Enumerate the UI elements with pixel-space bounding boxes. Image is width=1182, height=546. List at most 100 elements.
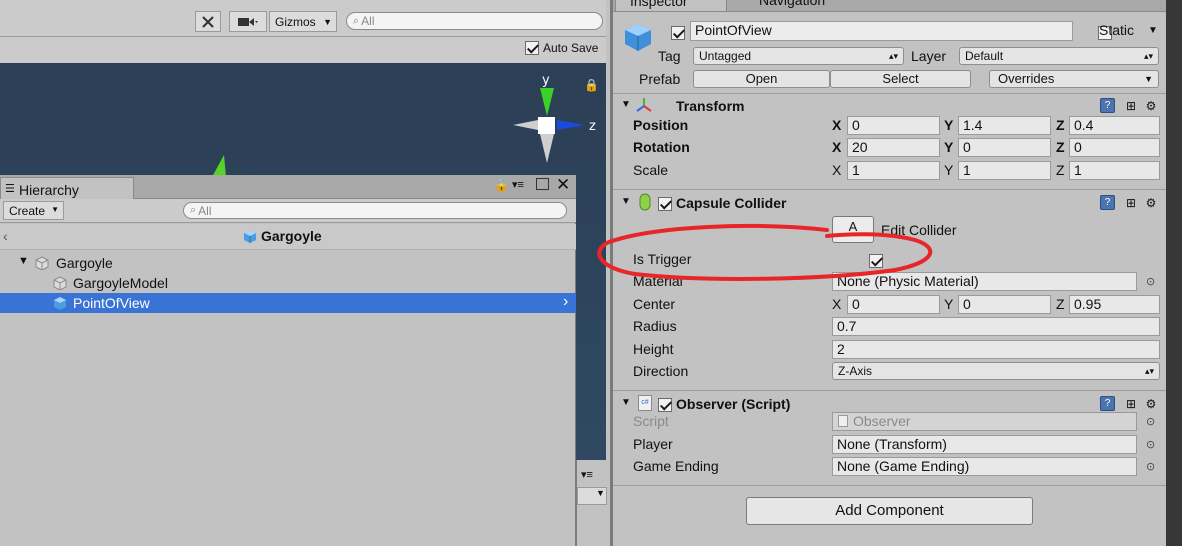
divider	[613, 93, 1166, 94]
height-field[interactable]: 2	[832, 340, 1160, 359]
transform-header[interactable]: ▼ Transform ? ⊞ ⚙	[613, 95, 1166, 117]
game-ending-field[interactable]: None (Game Ending)	[832, 457, 1137, 476]
radius-value: 0.7	[837, 318, 857, 334]
capsule-collider-header[interactable]: ▼ Capsule Collider ? ⊞ ⚙	[613, 192, 1166, 214]
object-name-field[interactable]: PointOfView	[690, 21, 1073, 41]
capsule-enabled-checkbox[interactable]	[658, 196, 672, 211]
help-book-icon[interactable]: ?	[1100, 98, 1115, 113]
tag-dropdown[interactable]: Untagged ▴▾	[693, 47, 904, 65]
scene-search-input[interactable]: ⌕ All	[346, 12, 603, 30]
center-label: Center	[633, 296, 676, 312]
foldout-arrow-icon[interactable]: ▼	[621, 196, 631, 207]
axis-x-label: X	[832, 117, 842, 133]
hierarchy-search-input[interactable]: ⌕ All	[183, 202, 567, 219]
capsule-title: Capsule Collider	[676, 195, 787, 211]
preset-sliders-icon[interactable]: ⊞	[1123, 396, 1139, 412]
tab-inspector-label: Inspector	[630, 0, 688, 9]
center-y-value: 0	[963, 296, 971, 312]
position-z-field[interactable]: 0.4	[1069, 116, 1160, 135]
object-picker-icon: ⊙	[1146, 416, 1156, 428]
create-label: Create	[9, 204, 46, 218]
center-y-field[interactable]: 0	[958, 295, 1051, 314]
tab-hierarchy[interactable]: ☰ Hierarchy	[0, 177, 134, 199]
object-picker-icon[interactable]: ⊙	[1146, 460, 1155, 473]
overrides-dropdown[interactable]: Overrides ▼	[989, 70, 1159, 88]
gear-icon[interactable]: ⚙	[1143, 195, 1159, 211]
hierarchy-item-label: PointOfView	[73, 295, 150, 311]
scene-object-shape	[212, 155, 226, 177]
help-book-icon[interactable]: ?	[1100, 195, 1115, 210]
expand-arrow-icon[interactable]: ▼	[18, 255, 29, 267]
layer-label: Layer	[911, 48, 947, 64]
autosave-checkbox[interactable]	[525, 41, 539, 55]
observer-enabled-checkbox[interactable]	[658, 397, 672, 412]
prefab-select-button[interactable]: Select	[830, 70, 971, 88]
axis-x-label: X	[832, 139, 842, 155]
divider	[613, 390, 1166, 391]
lock-icon[interactable]: 🔒	[494, 178, 509, 192]
observer-title: Observer (Script)	[676, 396, 791, 412]
list-item[interactable]: ▼ Gargoyle	[0, 253, 576, 273]
prefab-open-button[interactable]: Open	[693, 70, 830, 88]
rotation-z-field[interactable]: 0	[1069, 138, 1160, 157]
player-label: Player	[633, 436, 673, 452]
axis-z-label: Z	[1056, 162, 1065, 178]
menu-icon[interactable]: ▾≡	[512, 178, 524, 191]
scale-x-field[interactable]: 1	[847, 161, 940, 180]
static-label: Static	[1099, 22, 1135, 38]
menu-icon[interactable]: ▾≡	[581, 468, 593, 481]
chevron-right-icon[interactable]: ›	[563, 293, 568, 311]
gizmos-dropdown[interactable]: Gizmos ▼	[269, 11, 337, 32]
scene-search-placeholder: All	[361, 14, 375, 28]
position-y-value: 1.4	[963, 117, 983, 133]
chevron-down-icon[interactable]: ▼	[577, 487, 607, 505]
radius-field[interactable]: 0.7	[832, 317, 1160, 336]
search-icon: ⌕	[190, 204, 197, 216]
scale-y-field[interactable]: 1	[958, 161, 1051, 180]
height-value: 2	[837, 341, 845, 357]
position-y-field[interactable]: 1.4	[958, 116, 1051, 135]
tools-icon[interactable]	[195, 11, 221, 32]
add-component-button[interactable]: Add Component	[746, 497, 1033, 525]
list-item-selected[interactable]: PointOfView ›	[0, 293, 576, 313]
gear-icon[interactable]: ⚙	[1143, 396, 1159, 412]
object-picker-icon[interactable]: ⊙	[1146, 438, 1155, 451]
maximize-icon[interactable]	[536, 178, 549, 190]
direction-dropdown[interactable]: Z-Axis ▴▾	[832, 362, 1160, 380]
list-item[interactable]: GargoyleModel	[0, 273, 576, 293]
center-x-field[interactable]: 0	[847, 295, 940, 314]
transform-axes-icon	[636, 98, 652, 112]
player-field[interactable]: None (Transform)	[832, 435, 1137, 454]
position-label: Position	[633, 117, 689, 133]
active-checkbox[interactable]	[671, 25, 685, 40]
tab-navigation[interactable]: Navigation	[739, 0, 825, 11]
layer-dropdown[interactable]: Default ▴▾	[959, 47, 1159, 65]
foldout-arrow-icon[interactable]: ▼	[621, 99, 631, 110]
camera-dropdown-icon[interactable]	[229, 11, 267, 32]
player-value: None (Transform)	[837, 436, 947, 452]
create-button[interactable]: Create ▼	[3, 201, 64, 220]
capsule-collider-icon	[639, 193, 651, 211]
rotation-y-field[interactable]: 0	[958, 138, 1051, 157]
hierarchy-scene-bar: ‹ Gargoyle	[0, 224, 576, 250]
divider	[613, 485, 1166, 486]
script-label: Script	[633, 413, 669, 429]
gear-icon[interactable]: ⚙	[1143, 98, 1159, 114]
position-x-field[interactable]: 0	[847, 116, 940, 135]
rotation-x-field[interactable]: 20	[847, 138, 940, 157]
object-picker-icon[interactable]: ⊙	[1146, 275, 1155, 288]
direction-label: Direction	[633, 363, 689, 379]
preset-sliders-icon[interactable]: ⊞	[1123, 195, 1139, 211]
close-icon[interactable]: ✕	[556, 175, 570, 195]
help-book-icon[interactable]: ?	[1100, 396, 1115, 411]
tab-inspector[interactable]: Inspector	[615, 0, 727, 11]
scale-z-field[interactable]: 1	[1069, 161, 1160, 180]
chevron-down-icon[interactable]: ▼	[1148, 25, 1158, 36]
center-z-field[interactable]: 0.95	[1069, 295, 1160, 314]
gizmo-z-label: z	[589, 119, 596, 134]
hierarchy-item-label: GargoyleModel	[73, 275, 168, 291]
back-chevron-icon[interactable]: ‹	[3, 228, 8, 244]
foldout-arrow-icon[interactable]: ▼	[621, 397, 631, 408]
lock-icon[interactable]: 🔒	[584, 78, 599, 92]
preset-sliders-icon[interactable]: ⊞	[1123, 98, 1139, 114]
